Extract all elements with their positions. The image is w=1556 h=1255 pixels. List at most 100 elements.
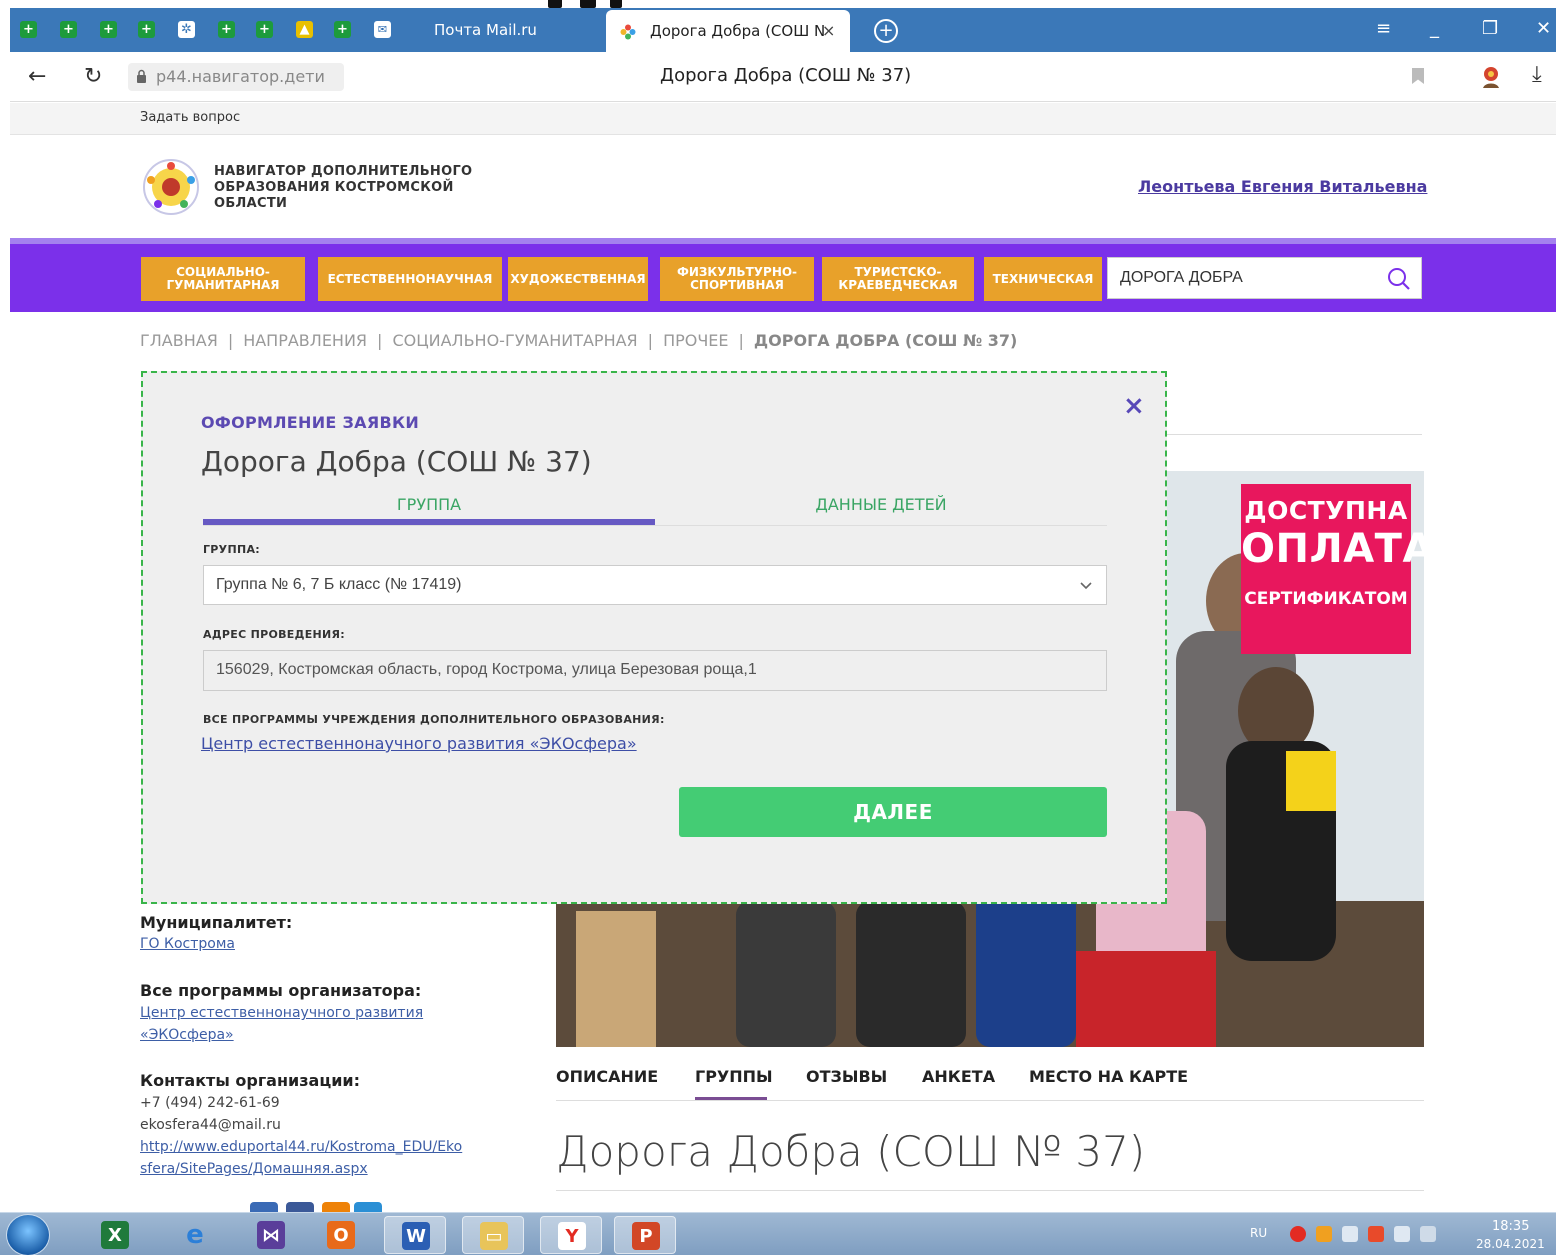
programs-label: ВСЕ ПРОГРАММЫ УЧРЕЖДЕНИЯ ДОПОЛНИТЕЛЬНОГО… bbox=[203, 713, 665, 726]
flag-icon[interactable] bbox=[1394, 1226, 1410, 1242]
contacts-label: Контакты организации: bbox=[140, 1071, 361, 1090]
taskbar-media[interactable]: O bbox=[310, 1216, 372, 1254]
yandex-icon: Y bbox=[558, 1222, 586, 1250]
organization-link[interactable]: Центр естественнонаучного развития «ЭКОс… bbox=[201, 734, 637, 753]
page-title: Дорога Добра (СОШ № 37) bbox=[660, 65, 912, 86]
search-input[interactable] bbox=[1120, 267, 1380, 289]
drive-tab-icon[interactable]: ▲ bbox=[296, 21, 313, 38]
nav-technical[interactable]: ТЕХНИЧЕСКАЯ bbox=[984, 257, 1102, 301]
organizer-link-line1[interactable]: Центр естественнонаучного развития bbox=[140, 1002, 423, 1024]
taskbar-yandex[interactable]: Y bbox=[540, 1216, 602, 1254]
user-profile-link[interactable]: Леонтьева Евгения Витальевна bbox=[1138, 177, 1427, 196]
program-title: Дорога Добра (СОШ № 37) bbox=[556, 1127, 1146, 1176]
breadcrumb-category[interactable]: СОЦИАЛЬНО-ГУМАНИТАРНАЯ bbox=[392, 331, 637, 350]
tab-group[interactable]: ГРУППА bbox=[203, 495, 655, 514]
taskbar-explorer[interactable]: ▭ bbox=[462, 1216, 524, 1254]
breadcrumb-directions[interactable]: НАПРАВЛЕНИЯ bbox=[243, 331, 367, 350]
pinned-tab-icon[interactable]: + bbox=[218, 21, 235, 38]
network-icon[interactable] bbox=[1420, 1226, 1436, 1242]
share-button[interactable] bbox=[286, 1202, 314, 1212]
ie-icon: e bbox=[186, 1220, 204, 1250]
new-tab-button[interactable]: + bbox=[874, 19, 898, 43]
volume-icon[interactable] bbox=[1342, 1226, 1358, 1242]
search-icon[interactable] bbox=[1387, 267, 1411, 291]
breadcrumb-other[interactable]: ПРОЧЕЕ bbox=[663, 331, 728, 350]
tab-mail[interactable]: Почта Mail.ru bbox=[434, 21, 537, 39]
tab-children-data[interactable]: ДАННЫЕ ДЕТЕЙ bbox=[655, 495, 1107, 514]
breadcrumb-home[interactable]: ГЛАВНАЯ bbox=[140, 331, 218, 350]
restore-icon[interactable]: ❐ bbox=[1482, 18, 1498, 39]
clock-time[interactable]: 18:35 bbox=[1492, 1219, 1529, 1234]
tab-close-icon[interactable]: × bbox=[822, 21, 835, 40]
nav-social-humanitarian[interactable]: СОЦИАЛЬНО-ГУМАНИТАРНАЯ bbox=[141, 257, 305, 301]
modal-title: Дорога Добра (СОШ № 37) bbox=[201, 445, 592, 478]
organizer-label: Все программы организатора: bbox=[140, 981, 422, 1000]
back-icon[interactable]: ← bbox=[28, 64, 46, 89]
bookmark-icon[interactable] bbox=[1412, 68, 1424, 84]
next-button[interactable]: ДАЛЕЕ bbox=[679, 787, 1107, 837]
tab-survey[interactable]: АНКЕТА bbox=[922, 1067, 995, 1086]
pinned-tab-icon[interactable]: + bbox=[334, 21, 351, 38]
divider bbox=[556, 1190, 1424, 1191]
site-top-bar: Задать вопрос bbox=[10, 103, 1556, 135]
nav-artistic[interactable]: ХУДОЖЕСТВЕННАЯ bbox=[508, 257, 648, 301]
language-indicator[interactable]: RU bbox=[1250, 1226, 1267, 1240]
pinned-tab-icon[interactable]: + bbox=[100, 21, 117, 38]
municipality-link[interactable]: ГО Кострома bbox=[140, 933, 235, 955]
program-tabs: ОПИСАНИЕ ГРУППЫ ОТЗЫВЫ АНКЕТА МЕСТО НА К… bbox=[556, 1065, 1424, 1101]
application-modal: × ОФОРМЛЕНИЕ ЗАЯВКИ Дорога Добра (СОШ № … bbox=[141, 371, 1167, 904]
address-label: АДРЕС ПРОВЕДЕНИЯ: bbox=[203, 628, 345, 641]
close-window-icon[interactable]: ✕ bbox=[1536, 18, 1551, 39]
pinned-tab-icon[interactable]: + bbox=[138, 21, 155, 38]
modal-kicker: ОФОРМЛЕНИЕ ЗАЯВКИ bbox=[201, 413, 420, 432]
tab-map[interactable]: МЕСТО НА КАРТЕ bbox=[1029, 1067, 1188, 1086]
taskbar-word[interactable]: W bbox=[384, 1216, 446, 1254]
share-button[interactable] bbox=[250, 1202, 278, 1212]
address-field: 156029, Костромская область, город Костр… bbox=[203, 650, 1107, 691]
reload-icon[interactable]: ↻ bbox=[84, 64, 102, 89]
tab-reviews[interactable]: ОТЗЫВЫ bbox=[806, 1067, 887, 1086]
nav-sports[interactable]: ФИЗКУЛЬТУРНО-СПОРТИВНАЯ bbox=[660, 257, 814, 301]
taskbar-powerpoint[interactable]: P bbox=[614, 1216, 676, 1254]
tab-description[interactable]: ОПИСАНИЕ bbox=[556, 1067, 658, 1086]
tab-active[interactable]: Дорога Добра (СОШ N × bbox=[606, 10, 850, 52]
taskbar-mail[interactable]: ⋈ bbox=[240, 1216, 302, 1254]
pinned-tab-icon[interactable]: ✲ bbox=[178, 21, 195, 38]
taskbar-ie[interactable]: e bbox=[164, 1216, 226, 1254]
start-button[interactable] bbox=[6, 1214, 50, 1255]
minimize-icon[interactable]: _ bbox=[1430, 18, 1439, 39]
close-icon[interactable]: × bbox=[1123, 391, 1145, 421]
mail-tab-icon[interactable]: ✉ bbox=[374, 21, 391, 38]
tab-groups[interactable]: ГРУППЫ bbox=[695, 1067, 773, 1086]
url-field[interactable]: p44.навигатор.дети bbox=[128, 63, 344, 91]
tray-app-icon[interactable] bbox=[1316, 1226, 1332, 1242]
website-link-line2[interactable]: sfera/SitePages/Домашняя.aspx bbox=[140, 1158, 368, 1180]
download-icon[interactable]: ⤓ bbox=[1532, 62, 1542, 87]
taskbar-excel[interactable]: X bbox=[84, 1216, 146, 1254]
nav-natural-science[interactable]: ЕСТЕСТВЕННОНАУЧНАЯ bbox=[318, 257, 502, 301]
group-label: ГРУППА: bbox=[203, 543, 260, 556]
pinned-tab-icon[interactable]: + bbox=[256, 21, 273, 38]
group-select[interactable]: Группа № 6, 7 Б класс (№ 17419) bbox=[203, 565, 1107, 605]
divider bbox=[1166, 434, 1422, 435]
menu-icon[interactable]: ≡ bbox=[1376, 18, 1391, 39]
pinned-tab-icon[interactable]: + bbox=[20, 21, 37, 38]
extension-icon[interactable] bbox=[1478, 64, 1504, 90]
tray-alert-icon[interactable] bbox=[1368, 1226, 1384, 1242]
breadcrumb: ГЛАВНАЯ | НАПРАВЛЕНИЯ | СОЦИАЛЬНО-ГУМАНИТАРН… bbox=[140, 331, 1018, 350]
address-bar: ← ↻ p44.навигатор.дети Дорога Добра (СОШ… bbox=[10, 52, 1556, 102]
clock-date[interactable]: 28.04.2021 bbox=[1476, 1237, 1545, 1251]
yandex-tray-icon[interactable] bbox=[1290, 1226, 1306, 1242]
navigator-logo-icon[interactable] bbox=[142, 158, 200, 216]
mail-client-icon: ⋈ bbox=[257, 1221, 285, 1249]
certificate-promo-badge: ДОСТУПНА ОПЛАТА СЕРТИФИКАТОМ bbox=[1241, 484, 1424, 654]
address-value: 156029, Костромская область, город Костр… bbox=[216, 661, 757, 678]
organizer-link-line2[interactable]: «ЭКОсфера» bbox=[140, 1024, 234, 1046]
share-button[interactable] bbox=[322, 1202, 350, 1212]
nav-tourism[interactable]: ТУРИСТСКО-КРАЕВЕДЧЕСКАЯ bbox=[822, 257, 974, 301]
pinned-tab-icon[interactable]: + bbox=[60, 21, 77, 38]
share-button[interactable] bbox=[354, 1202, 382, 1212]
website-link-line1[interactable]: http://www.eduportal44.ru/Kostroma_EDU/E… bbox=[140, 1136, 462, 1158]
ask-question-link[interactable]: Задать вопрос bbox=[140, 110, 240, 125]
tab-label: Дорога Добра (СОШ N bbox=[650, 22, 826, 40]
